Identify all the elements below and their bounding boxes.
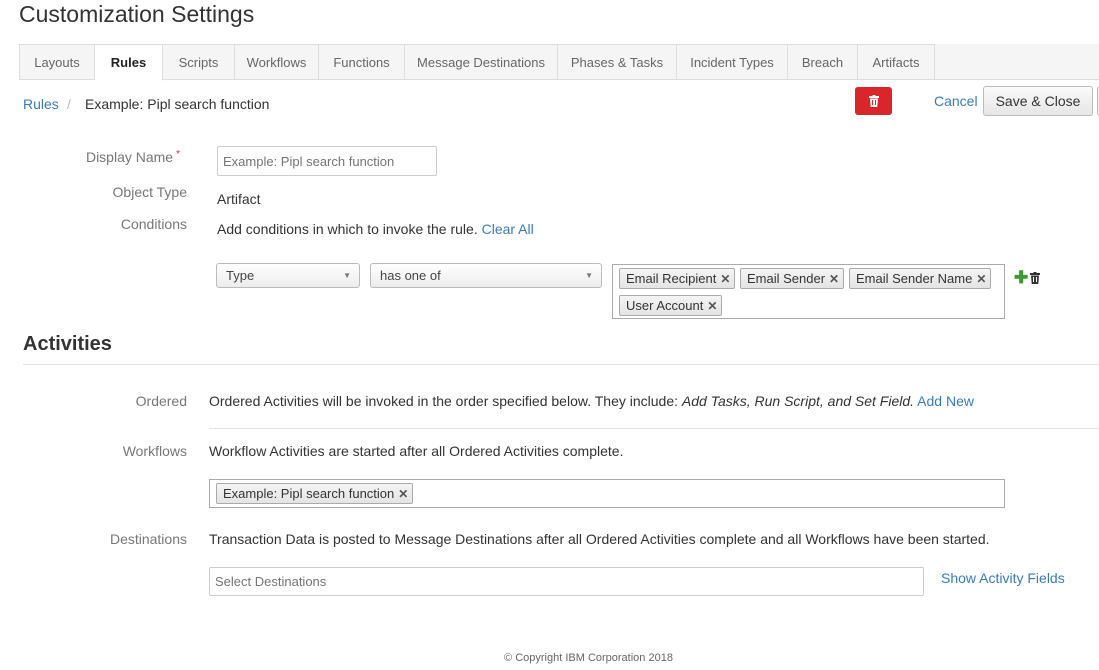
tab-workflows[interactable]: Workflows	[235, 44, 319, 80]
display-name-label-text: Display Name	[85, 149, 174, 165]
condition-field-value: Type	[226, 268, 255, 283]
condition-value-tag: Email Sender ✕	[740, 268, 845, 289]
display-name-input[interactable]	[217, 146, 437, 176]
object-type-label: Object Type	[112, 184, 187, 200]
display-name-label: Display Name *	[40, 149, 180, 165]
condition-field-select[interactable]: Type ▼	[216, 263, 360, 288]
tag-label: User Account	[626, 298, 704, 313]
tab-layouts[interactable]: Layouts	[19, 44, 95, 80]
add-condition-icon[interactable]: ✚	[1014, 269, 1028, 286]
add-new-link[interactable]: Add New	[917, 393, 974, 409]
remove-icon[interactable]: ✕	[829, 272, 839, 286]
tab-phases-tasks[interactable]: Phases & Tasks	[558, 44, 677, 80]
ordered-text-italic: Add Tasks, Run Script, and Set Field.	[681, 393, 915, 409]
breadcrumb-rules-link[interactable]: Rules	[23, 96, 59, 112]
remove-icon[interactable]: ✕	[707, 299, 717, 313]
workflows-text: Workflow Activities are started after al…	[209, 443, 624, 459]
condition-values-input[interactable]: Email Recipient ✕ Email Sender ✕ Email Sen…	[612, 264, 1005, 319]
tab-functions[interactable]: Functions	[319, 44, 405, 80]
condition-value-tag: User Account ✕	[619, 295, 723, 316]
required-mark: *	[176, 149, 180, 160]
condition-operator-value: has one of	[380, 268, 441, 283]
caret-down-icon: ▼	[343, 271, 351, 280]
condition-value-tag: Email Sender Name ✕	[849, 268, 992, 289]
tab-incident-types[interactable]: Incident Types	[677, 44, 788, 80]
object-type-value: Artifact	[217, 191, 261, 207]
trash-icon	[868, 95, 879, 107]
remove-icon[interactable]: ✕	[720, 272, 730, 286]
tab-scripts[interactable]: Scripts	[163, 44, 235, 80]
workflows-label: Workflows	[122, 443, 187, 459]
activities-title: Activities	[23, 333, 112, 355]
tab-message-destinations[interactable]: Message Destinations	[405, 44, 558, 80]
save-close-button[interactable]: Save & Close	[983, 86, 1093, 116]
breadcrumb-separator: /	[67, 96, 71, 112]
tag-label: Email Sender Name	[856, 271, 973, 286]
conditions-label: Conditions	[120, 216, 187, 232]
tab-artifacts[interactable]: Artifacts	[858, 44, 935, 80]
cancel-button[interactable]: Cancel	[934, 93, 978, 109]
tag-label: Example: Pipl search function	[223, 486, 395, 501]
conditions-help-text: Add conditions in which to invoke the ru…	[217, 221, 478, 237]
condition-value-tag: Email Recipient ✕	[619, 268, 736, 289]
ordered-label: Ordered	[135, 393, 187, 409]
breadcrumb-current: Example: Pipl search function	[85, 96, 270, 112]
clear-all-link[interactable]: Clear All	[482, 221, 534, 237]
tag-label: Email Recipient	[626, 271, 717, 286]
workflows-input[interactable]: Example: Pipl search function ✕	[209, 479, 1005, 508]
settings-tabs: Layouts Rules Scripts Workflows Function…	[19, 44, 1099, 81]
conditions-help: Add conditions in which to invoke the ru…	[217, 221, 534, 237]
section-divider	[23, 364, 1099, 365]
destinations-label: Destinations	[109, 531, 187, 547]
footer-copyright: © Copyright IBM Corporation 2018	[504, 652, 673, 664]
delete-button[interactable]	[855, 87, 892, 115]
ordered-description: Ordered Activities will be invoked in th…	[209, 393, 974, 409]
ordered-text: Ordered Activities will be invoked in th…	[209, 393, 678, 409]
condition-operator-select[interactable]: has one of ▼	[370, 263, 602, 288]
remove-condition-icon[interactable]	[1030, 272, 1040, 284]
ordered-divider	[209, 428, 1099, 429]
show-activity-fields-link[interactable]: Show Activity Fields	[941, 570, 1065, 586]
workflow-tag: Example: Pipl search function ✕	[216, 483, 414, 504]
tab-rules[interactable]: Rules	[95, 44, 163, 81]
remove-icon[interactable]: ✕	[398, 487, 408, 501]
caret-down-icon: ▼	[585, 271, 593, 280]
destinations-select[interactable]	[209, 567, 924, 596]
tab-breach[interactable]: Breach	[788, 44, 858, 80]
destinations-text: Transaction Data is posted to Message De…	[209, 531, 990, 547]
page-title: Customization Settings	[19, 1, 255, 27]
tag-label: Email Sender	[747, 271, 826, 286]
remove-icon[interactable]: ✕	[976, 272, 986, 286]
